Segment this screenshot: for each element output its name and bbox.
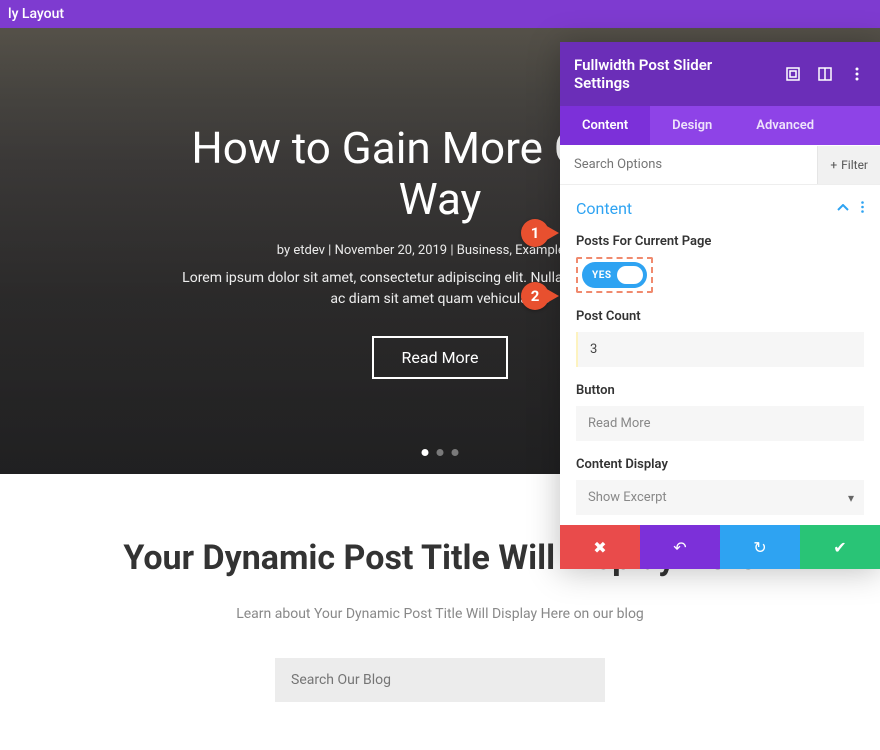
callout-tail bbox=[545, 288, 559, 304]
plus-icon: + bbox=[830, 158, 837, 172]
snap-icon[interactable] bbox=[816, 65, 834, 83]
undo-button[interactable]: ↶ bbox=[640, 525, 720, 569]
section-header[interactable]: Content bbox=[560, 185, 880, 228]
panel-actionbar: ✖ ↶ ↻ ✔ bbox=[560, 525, 880, 569]
filter-label: Filter bbox=[841, 158, 868, 172]
tab-advanced[interactable]: Advanced bbox=[734, 106, 836, 145]
field-label: Content Display bbox=[576, 457, 864, 472]
field-posts-for-current-page: Posts For Current Page YES bbox=[560, 228, 880, 303]
undo-icon: ↶ bbox=[673, 538, 686, 557]
button-text-input[interactable] bbox=[576, 406, 864, 441]
callout-2: 2 bbox=[521, 281, 561, 311]
redo-button[interactable]: ↻ bbox=[720, 525, 800, 569]
callout-highlight: YES bbox=[576, 257, 653, 293]
callout-1: 1 bbox=[521, 218, 561, 248]
redo-icon: ↻ bbox=[753, 538, 766, 557]
close-icon: ✖ bbox=[593, 538, 606, 557]
expand-icon[interactable] bbox=[784, 65, 802, 83]
top-toolbar: ly Layout bbox=[0, 0, 880, 28]
field-label: Button bbox=[576, 383, 864, 398]
tab-content[interactable]: Content bbox=[560, 106, 650, 145]
content-display-select[interactable] bbox=[576, 480, 864, 515]
kebab-menu-icon[interactable] bbox=[848, 65, 866, 83]
toggle-label: YES bbox=[592, 270, 611, 281]
layout-label: ly Layout bbox=[8, 6, 64, 22]
field-content-display: Content Display ▾ bbox=[560, 451, 880, 525]
field-label: Posts For Current Page bbox=[576, 234, 864, 249]
cancel-button[interactable]: ✖ bbox=[560, 525, 640, 569]
filter-button[interactable]: + Filter bbox=[817, 146, 880, 184]
kebab-menu-icon[interactable] bbox=[861, 201, 864, 217]
field-post-count: Post Count bbox=[560, 303, 880, 377]
panel-tabs: Content Design Advanced bbox=[560, 106, 880, 145]
search-row: + Filter bbox=[560, 145, 880, 185]
slider-dot[interactable] bbox=[437, 449, 444, 456]
check-icon: ✔ bbox=[833, 538, 846, 557]
chevron-up-icon[interactable] bbox=[837, 201, 849, 216]
tab-design[interactable]: Design bbox=[650, 106, 734, 145]
panel-title: Fullwidth Post Slider Settings bbox=[574, 56, 770, 92]
callout-tail bbox=[545, 225, 559, 241]
settings-panel: Fullwidth Post Slider Settings Content D… bbox=[560, 42, 880, 569]
read-more-button[interactable]: Read More bbox=[372, 336, 509, 379]
section-title: Content bbox=[576, 199, 632, 218]
post-count-input[interactable] bbox=[578, 332, 864, 367]
toggle-yes[interactable]: YES bbox=[582, 262, 647, 288]
page-subtitle: Learn about Your Dynamic Post Title Will… bbox=[40, 606, 840, 622]
toggle-knob bbox=[617, 266, 643, 284]
slider-dot[interactable] bbox=[422, 449, 429, 456]
field-button: Button bbox=[560, 377, 880, 451]
slider-dots bbox=[422, 449, 459, 456]
panel-header: Fullwidth Post Slider Settings bbox=[560, 42, 880, 106]
field-label: Post Count bbox=[576, 309, 864, 324]
save-button[interactable]: ✔ bbox=[800, 525, 880, 569]
slider-dot[interactable] bbox=[452, 449, 459, 456]
blog-search-input[interactable] bbox=[275, 658, 605, 702]
search-options-input[interactable] bbox=[560, 145, 817, 184]
